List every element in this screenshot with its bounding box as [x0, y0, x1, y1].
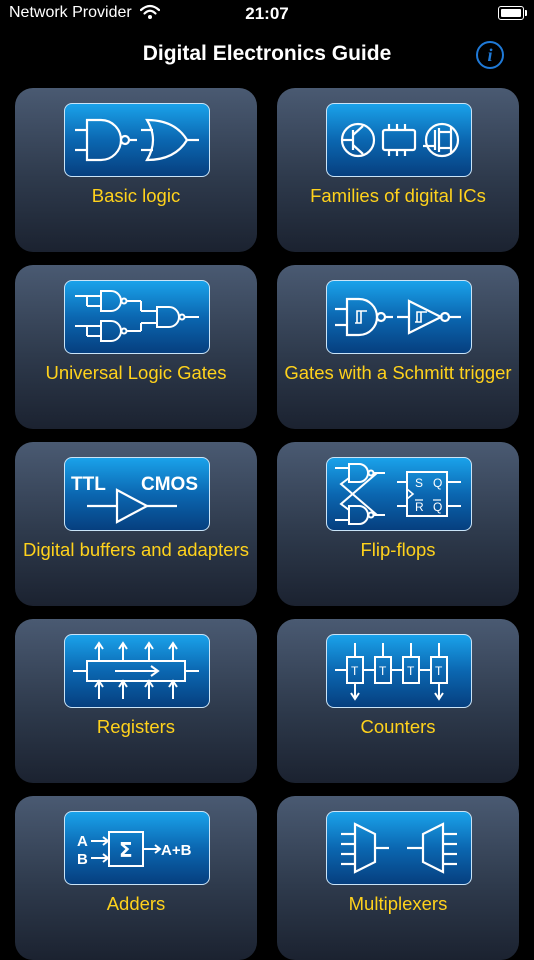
card-label: Flip-flops — [360, 539, 436, 560]
tile-text: A+B — [161, 842, 192, 859]
register-icon — [64, 634, 210, 708]
topic-card-universal-gates[interactable]: Universal Logic Gates — [15, 265, 257, 429]
tile-text: T — [379, 664, 387, 678]
tile-text: A — [77, 833, 88, 850]
card-label: Counters — [360, 716, 436, 737]
tile-text: TTL — [71, 474, 106, 495]
battery-icon — [498, 6, 527, 20]
tile-text: Q — [433, 500, 442, 514]
tile-text: S — [415, 476, 423, 490]
navigation-bar: Digital Electronics Guide i — [0, 38, 534, 74]
topic-card-ic-families[interactable]: Families of digital ICs — [277, 88, 519, 252]
adder-icon: A B Σ A+B — [64, 811, 210, 885]
tile-text: Q — [433, 476, 442, 490]
ic-components-icon — [326, 103, 472, 177]
tile-text: CMOS — [141, 474, 198, 495]
topic-card-multiplexers[interactable]: Multiplexers — [277, 796, 519, 960]
tile-text: T — [351, 664, 359, 678]
card-label: Registers — [96, 716, 176, 737]
topic-card-basic-logic[interactable]: Basic logic — [15, 88, 257, 252]
info-button[interactable]: i — [476, 41, 504, 69]
card-label: Universal Logic Gates — [45, 362, 227, 383]
topic-card-adders[interactable]: A B Σ A+B Adders — [15, 796, 257, 960]
topic-card-flip-flops[interactable]: S Q R Q Flip-flops — [277, 442, 519, 606]
card-label: Multiplexers — [348, 893, 448, 914]
flip-flop-icon: S Q R Q — [326, 457, 472, 531]
schmitt-gates-icon — [326, 280, 472, 354]
tile-text: T — [407, 664, 415, 678]
multiplexer-icon — [326, 811, 472, 885]
nand-network-icon — [64, 280, 210, 354]
logic-gates-icon — [64, 103, 210, 177]
card-label: Digital buffers and adapters — [23, 539, 249, 560]
page-title: Digital Electronics Guide — [142, 42, 392, 65]
clock: 21:07 — [245, 4, 289, 23]
topic-card-counters[interactable]: T T T T Counters — [277, 619, 519, 783]
tile-text: B — [77, 851, 88, 868]
counter-icon: T T T T — [326, 634, 472, 708]
card-label: Families of digital ICs — [310, 185, 486, 206]
topic-card-digital-buffers[interactable]: TTL CMOS Digital buffers and adapters — [15, 442, 257, 606]
card-label: Basic logic — [91, 185, 181, 206]
tile-text: T — [435, 664, 443, 678]
info-icon: i — [487, 45, 493, 65]
topic-card-schmitt-trigger[interactable]: Gates with a Schmitt trigger — [277, 265, 519, 429]
topic-card-registers[interactable]: Registers — [15, 619, 257, 783]
status-bar: Network Provider 21:07 — [0, 0, 534, 28]
card-label: Adders — [106, 893, 166, 914]
level-buffer-icon: TTL CMOS — [64, 457, 210, 531]
tile-text: R — [415, 500, 424, 514]
tile-text: Σ — [119, 838, 133, 862]
card-label: Gates with a Schmitt trigger — [284, 362, 512, 383]
